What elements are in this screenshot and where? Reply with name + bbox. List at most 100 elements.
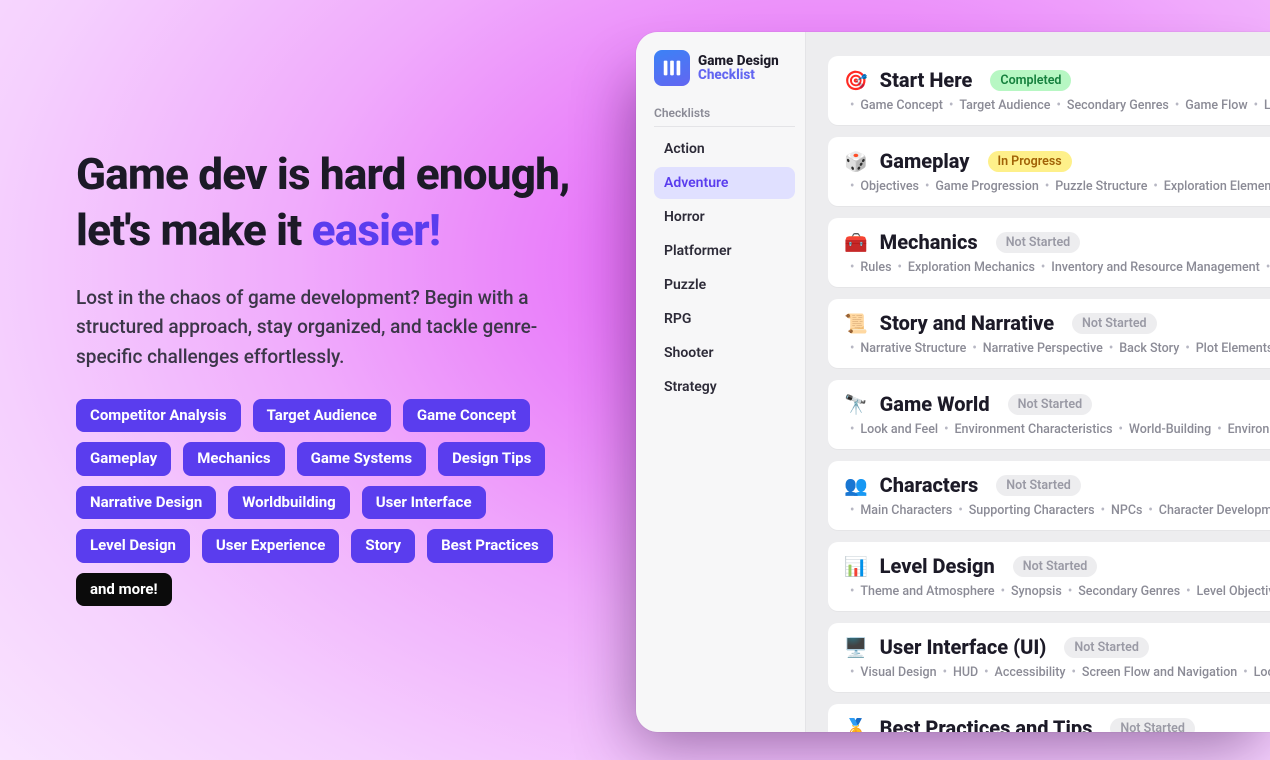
- card-title: User Interface (UI): [880, 635, 1047, 659]
- hero-tag[interactable]: User Experience: [202, 529, 339, 563]
- card-title: Level Design: [880, 554, 995, 578]
- sidebar: Game Design Checklist Checklists ActionA…: [636, 32, 806, 732]
- crumb-dot-icon: •: [943, 98, 959, 113]
- card-crumbs: •Theme and Atmosphere•Synopsis•Secondary…: [844, 584, 1270, 599]
- logo-text: Game Design Checklist: [698, 54, 779, 82]
- crumb-dot-icon: •: [1103, 341, 1119, 356]
- crumb-item: Visual Design: [860, 665, 936, 680]
- crumb-dot-icon: •: [995, 584, 1011, 599]
- card-title: Mechanics: [880, 230, 978, 254]
- sidebar-item-shooter[interactable]: Shooter: [654, 337, 795, 369]
- crumb-item: Narrative Perspective: [983, 341, 1103, 356]
- checklist-card[interactable]: 🎯Start HereCompleted•Game Concept•Target…: [828, 56, 1270, 125]
- crumb-dot-icon: •: [1179, 341, 1195, 356]
- card-header: 🏅Best Practices and TipsNot Started: [844, 716, 1270, 732]
- crumb-dot-icon: •: [1169, 98, 1185, 113]
- hero-tag-more[interactable]: and more!: [76, 573, 172, 607]
- hero-tag[interactable]: Narrative Design: [76, 486, 216, 520]
- crumb-dot-icon: •: [1211, 422, 1227, 437]
- crumb-item: Game Progression: [935, 179, 1038, 194]
- crumb-item: Environment Characteristics: [955, 422, 1113, 437]
- card-crumbs: •Objectives•Game Progression•Puzzle Stru…: [844, 179, 1270, 194]
- card-header: 📜Story and NarrativeNot Started: [844, 311, 1270, 335]
- crumb-dot-icon: •: [844, 422, 860, 437]
- crumb-item: Game Flow: [1185, 98, 1247, 113]
- hero-tags: Competitor Analysis Target Audience Game C…: [76, 399, 586, 607]
- hero-tag[interactable]: Game Concept: [403, 399, 530, 433]
- card-emoji-icon: 👥: [844, 476, 868, 495]
- crumb-dot-icon: •: [844, 98, 860, 113]
- sidebar-item-adventure[interactable]: Adventure: [654, 167, 795, 199]
- hero-tag[interactable]: Level Design: [76, 529, 190, 563]
- sidebar-item-action[interactable]: Action: [654, 133, 795, 165]
- hero-tag[interactable]: Story: [351, 529, 415, 563]
- card-title: Start Here: [880, 68, 973, 92]
- card-title: Game World: [880, 392, 990, 416]
- hero-heading: Game dev is hard enough, let's make it e…: [76, 146, 596, 259]
- checklist-card[interactable]: 🎲GameplayIn Progress•Objectives•Game Pro…: [828, 137, 1270, 206]
- sidebar-item-rpg[interactable]: RPG: [654, 303, 795, 335]
- hero-tag[interactable]: Design Tips: [438, 442, 545, 476]
- card-header: 🎯Start HereCompleted: [844, 68, 1270, 92]
- crumb-item: Exploration Elements: [1164, 179, 1270, 194]
- checklist-card[interactable]: 📊Level DesignNot Started•Theme and Atmos…: [828, 542, 1270, 611]
- status-badge: Not Started: [1008, 394, 1093, 415]
- checklist-card[interactable]: 🔭Game WorldNot Started•Look and Feel•Env…: [828, 380, 1270, 449]
- card-header: 🔭Game WorldNot Started: [844, 392, 1270, 416]
- logo[interactable]: Game Design Checklist: [654, 50, 795, 86]
- crumb-item: Accessibility: [995, 665, 1066, 680]
- sidebar-item-horror[interactable]: Horror: [654, 201, 795, 233]
- crumb-dot-icon: •: [1039, 179, 1055, 194]
- crumb-item: Back Story: [1119, 341, 1179, 356]
- card-crumbs: •Visual Design•HUD•Accessibility•Screen …: [844, 665, 1270, 680]
- crumb-item: Synopsis: [1011, 584, 1062, 599]
- crumb-item: Look: [1264, 98, 1270, 113]
- checklist-card[interactable]: 📜Story and NarrativeNot Started•Narrativ…: [828, 299, 1270, 368]
- crumb-item: Puzzle Structure: [1055, 179, 1147, 194]
- hero-line2-emph: easier!: [312, 204, 440, 256]
- hero-tag[interactable]: Gameplay: [76, 442, 171, 476]
- card-emoji-icon: 🏅: [844, 719, 868, 733]
- crumb-item: Main Characters: [860, 503, 952, 518]
- crumb-item: NPCs: [1111, 503, 1142, 518]
- checklist-card[interactable]: 🖥️User Interface (UI)Not Started •Visual …: [828, 623, 1270, 692]
- card-crumbs: •Narrative Structure•Narrative Perspecti…: [844, 341, 1270, 356]
- status-badge: In Progress: [988, 151, 1072, 172]
- hero-tag[interactable]: Mechanics: [183, 442, 284, 476]
- sidebar-item-strategy[interactable]: Strategy: [654, 371, 795, 403]
- crumb-item: Secondary Genres: [1078, 584, 1180, 599]
- crumb-dot-icon: •: [1147, 179, 1163, 194]
- hero-tag[interactable]: Competitor Analysis: [76, 399, 241, 433]
- crumb-dot-icon: •: [937, 665, 953, 680]
- crumb-dot-icon: •: [1062, 584, 1078, 599]
- checklist-card[interactable]: 🧰MechanicsNot Started•Rules•Exploration …: [828, 218, 1270, 287]
- crumb-dot-icon: •: [844, 503, 860, 518]
- hero-line1: Game dev is hard enough,: [76, 148, 570, 200]
- card-crumbs: •Main Characters•Supporting Characters•N…: [844, 503, 1270, 518]
- hero-tag[interactable]: User Interface: [362, 486, 486, 520]
- crumb-dot-icon: •: [1113, 422, 1129, 437]
- card-title: Gameplay: [880, 149, 970, 173]
- hero-tag[interactable]: Worldbuilding: [228, 486, 349, 520]
- card-header: 🖥️User Interface (UI)Not Started: [844, 635, 1270, 659]
- hero-tag[interactable]: Game Systems: [297, 442, 426, 476]
- sidebar-item-puzzle[interactable]: Puzzle: [654, 269, 795, 301]
- hero-tag[interactable]: Target Audience: [253, 399, 391, 433]
- crumb-dot-icon: •: [1248, 98, 1264, 113]
- crumb-dot-icon: •: [844, 584, 860, 599]
- crumb-item: Objectives: [860, 179, 919, 194]
- crumb-item: Target Audience: [959, 98, 1050, 113]
- crumb-item: Look an: [1254, 665, 1270, 680]
- crumb-item: Supporting Characters: [969, 503, 1095, 518]
- checklist-card[interactable]: 🏅Best Practices and TipsNot Started•Desi…: [828, 704, 1270, 732]
- crumb-item: HUD: [953, 665, 978, 680]
- crumb-item: Inventory and Resource Management: [1051, 260, 1260, 275]
- checklist-card[interactable]: 👥CharactersNot Started•Main Characters•S…: [828, 461, 1270, 530]
- crumb-dot-icon: •: [1180, 584, 1196, 599]
- sidebar-item-platformer[interactable]: Platformer: [654, 235, 795, 267]
- hero-tag[interactable]: Best Practices: [427, 529, 553, 563]
- crumb-item: Environmenta: [1228, 422, 1270, 437]
- card-crumbs: •Rules•Exploration Mechanics•Inventory a…: [844, 260, 1270, 275]
- crumb-dot-icon: •: [919, 179, 935, 194]
- crumb-dot-icon: •: [952, 503, 968, 518]
